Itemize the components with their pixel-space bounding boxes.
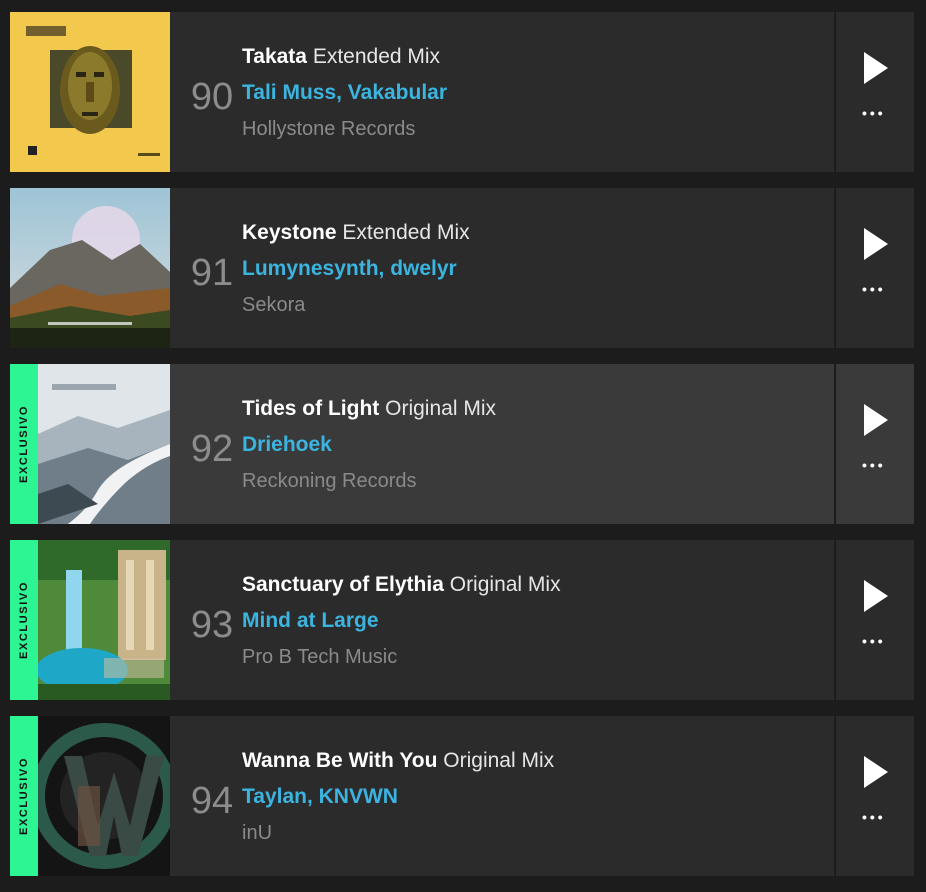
track-title[interactable]: Wanna Be With You Original Mix — [242, 749, 554, 773]
track-actions: ••• — [834, 364, 914, 524]
rank-number: 94 — [190, 780, 234, 822]
exclusive-label: EXCLUSIVO — [18, 405, 30, 483]
track-main[interactable]: EXCLUSIVO 94 Wanna Be With You Original … — [10, 716, 834, 876]
cover-art-image — [38, 540, 170, 700]
track-info: Takata Extended Mix Tali Muss, Vakabular… — [242, 45, 447, 141]
cover-art-image — [38, 716, 170, 876]
track-info: Wanna Be With You Original Mix Taylan, K… — [242, 749, 554, 845]
track-name[interactable]: Wanna Be With You — [242, 749, 437, 772]
track-info: Sanctuary of Elythia Original Mix Mind a… — [242, 573, 561, 669]
record-label[interactable]: Pro B Tech Music — [242, 645, 561, 669]
track-row[interactable]: EXCLUSIVO 92 Tides of Light Original Mix… — [10, 364, 914, 524]
track-row[interactable]: EXCLUSIVO 94 Wanna Be With You Original … — [10, 716, 914, 876]
track-main[interactable]: 91 Keystone Extended Mix Lumynesynth, dw… — [10, 188, 834, 348]
cover-art-image — [10, 12, 170, 172]
track-title[interactable]: Keystone Extended Mix — [242, 221, 470, 245]
track-title[interactable]: Tides of Light Original Mix — [242, 397, 496, 421]
track-info: Tides of Light Original Mix Driehoek Rec… — [242, 397, 496, 493]
play-icon[interactable] — [864, 404, 888, 436]
track-main[interactable]: EXCLUSIVO 93 Sanctuary of Elythia Origin… — [10, 540, 834, 700]
mix-name: Original Mix — [385, 397, 496, 420]
track-actions: ••• — [834, 12, 914, 172]
track-actions: ••• — [834, 188, 914, 348]
track-main[interactable]: 90 Takata Extended Mix Tali Muss, Vakabu… — [10, 12, 834, 172]
play-icon[interactable] — [864, 580, 888, 612]
track-artists[interactable]: Mind at Large — [242, 609, 561, 633]
mix-name: Extended Mix — [312, 45, 441, 68]
more-options-icon[interactable]: ••• — [862, 810, 892, 824]
more-options-icon[interactable]: ••• — [862, 458, 892, 472]
track-row[interactable]: 90 Takata Extended Mix Tali Muss, Vakabu… — [10, 12, 914, 172]
record-label[interactable]: Reckoning Records — [242, 469, 496, 493]
track-list: 90 Takata Extended Mix Tali Muss, Vakabu… — [10, 12, 914, 892]
track-actions: ••• — [834, 540, 914, 700]
play-icon[interactable] — [864, 52, 888, 84]
record-label[interactable]: Sekora — [242, 293, 470, 317]
cover-art[interactable] — [38, 540, 170, 700]
track-title[interactable]: Sanctuary of Elythia Original Mix — [242, 573, 561, 597]
record-label[interactable]: inU — [242, 821, 554, 845]
exclusive-badge: EXCLUSIVO — [10, 364, 38, 524]
more-options-icon[interactable]: ••• — [862, 634, 892, 648]
track-name[interactable]: Keystone — [242, 221, 337, 244]
exclusive-badge: EXCLUSIVO — [10, 540, 38, 700]
play-icon[interactable] — [864, 228, 888, 260]
cover-art[interactable] — [38, 364, 170, 524]
track-row[interactable]: 91 Keystone Extended Mix Lumynesynth, dw… — [10, 188, 914, 348]
track-artists[interactable]: Tali Muss, Vakabular — [242, 81, 447, 105]
more-options-icon[interactable]: ••• — [862, 106, 892, 120]
rank-number: 93 — [190, 604, 234, 646]
cover-art-image — [38, 364, 170, 524]
record-label[interactable]: Hollystone Records — [242, 117, 447, 141]
track-name[interactable]: Tides of Light — [242, 397, 379, 420]
play-icon[interactable] — [864, 756, 888, 788]
mix-name: Extended Mix — [342, 221, 470, 244]
more-options-icon[interactable]: ••• — [862, 282, 892, 296]
mix-name: Original Mix — [449, 573, 561, 596]
rank-number: 92 — [190, 428, 234, 470]
cover-art[interactable] — [10, 188, 170, 348]
track-info: Keystone Extended Mix Lumynesynth, dwely… — [242, 221, 470, 317]
exclusive-label: EXCLUSIVO — [18, 581, 30, 659]
track-row[interactable]: EXCLUSIVO 93 Sanctuary of Elythia Origin… — [10, 540, 914, 700]
cover-art-image — [10, 188, 170, 348]
exclusive-label: EXCLUSIVO — [18, 757, 30, 835]
track-name[interactable]: Sanctuary of Elythia — [242, 573, 444, 596]
rank-number: 90 — [190, 76, 234, 118]
track-actions: ••• — [834, 716, 914, 876]
rank-number: 91 — [190, 252, 234, 294]
track-artists[interactable]: Taylan, KNVWN — [242, 785, 554, 809]
track-name[interactable]: Takata — [242, 45, 307, 68]
cover-art[interactable] — [10, 12, 170, 172]
track-artists[interactable]: Lumynesynth, dwelyr — [242, 257, 470, 281]
track-main[interactable]: EXCLUSIVO 92 Tides of Light Original Mix… — [10, 364, 834, 524]
exclusive-badge: EXCLUSIVO — [10, 716, 38, 876]
track-artists[interactable]: Driehoek — [242, 433, 496, 457]
mix-name: Original Mix — [443, 749, 555, 772]
cover-art[interactable] — [38, 716, 170, 876]
track-title[interactable]: Takata Extended Mix — [242, 45, 447, 69]
